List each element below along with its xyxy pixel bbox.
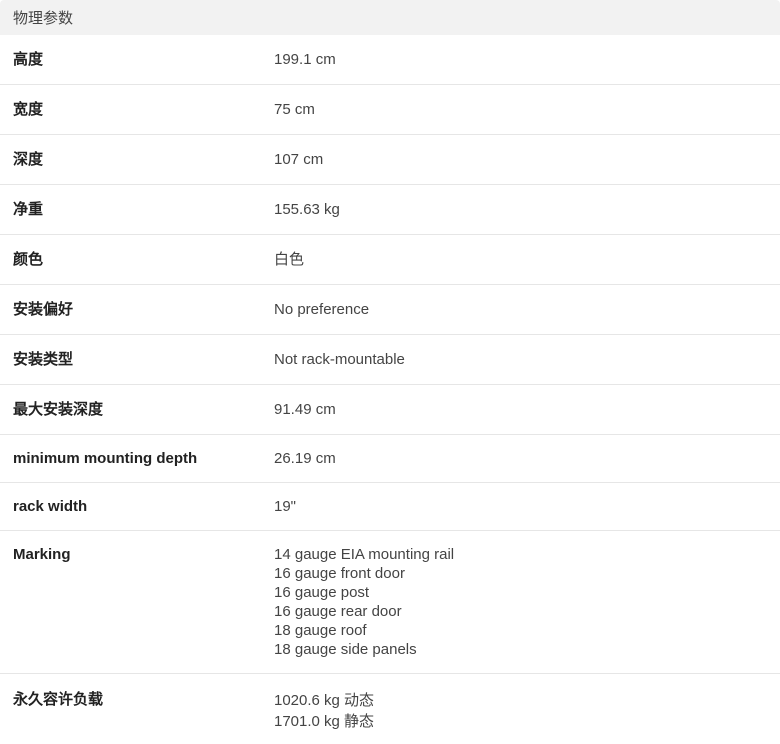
- spec-value-line: 16 gauge rear door: [274, 603, 402, 620]
- spec-label: 宽度: [13, 101, 44, 118]
- spec-row-depth: 深度 107 cm: [0, 135, 780, 185]
- spec-row-height: 高度 199.1 cm: [0, 35, 780, 85]
- spec-value: 19": [274, 498, 297, 515]
- spec-row-color: 颜色 白色: [0, 235, 780, 285]
- spec-row-permanent-load: 永久容许负载 1020.6 kg 动态 1701.0 kg 静态: [0, 674, 780, 744]
- spec-label: minimum mounting depth: [13, 450, 198, 467]
- spec-value: 75 cm: [274, 101, 315, 118]
- spec-value-list: 14 gauge EIA mounting rail 16 gauge fron…: [261, 545, 780, 659]
- spec-row-mounting-preference: 安装偏好 No preference: [0, 285, 780, 335]
- spec-value: No preference: [274, 301, 370, 318]
- spec-label: 深度: [13, 151, 44, 168]
- spec-value: 26.19 cm: [274, 450, 336, 467]
- spec-label: rack width: [13, 498, 88, 515]
- spec-label: 高度: [13, 51, 44, 68]
- spec-label: 最大安装深度: [13, 401, 104, 418]
- spec-row-rack-width: rack width 19": [0, 483, 780, 531]
- section-title: 物理参数: [13, 10, 74, 27]
- spec-label: 永久容许负载: [13, 691, 104, 708]
- section-header: 物理参数: [0, 0, 780, 35]
- spec-table: 高度 199.1 cm 宽度 75 cm 深度 107 cm 净重 155.63…: [0, 35, 780, 744]
- spec-row-width: 宽度 75 cm: [0, 85, 780, 135]
- spec-label: 颜色: [13, 251, 44, 268]
- spec-row-marking: Marking 14 gauge EIA mounting rail 16 ga…: [0, 531, 780, 674]
- spec-row-net-weight: 净重 155.63 kg: [0, 185, 780, 235]
- spec-value-line: 1701.0 kg 静态: [274, 713, 375, 730]
- spec-value: 155.63 kg: [274, 201, 340, 218]
- spec-value-line: 16 gauge front door: [274, 565, 405, 582]
- spec-value: Not rack-mountable: [274, 351, 405, 368]
- spec-label: 安装偏好: [13, 301, 74, 318]
- spec-value: 199.1 cm: [274, 51, 336, 68]
- spec-row-min-mounting-depth: minimum mounting depth 26.19 cm: [0, 435, 780, 483]
- spec-row-max-mounting-depth: 最大安装深度 91.49 cm: [0, 385, 780, 435]
- spec-value: 107 cm: [274, 151, 324, 168]
- spec-row-mounting-type: 安装类型 Not rack-mountable: [0, 335, 780, 385]
- spec-value-list: 1020.6 kg 动态 1701.0 kg 静态: [261, 690, 780, 732]
- spec-value: 91.49 cm: [274, 401, 336, 418]
- spec-label: 净重: [13, 201, 44, 218]
- spec-label: Marking: [13, 546, 71, 563]
- spec-value-line: 1020.6 kg 动态: [274, 692, 375, 709]
- spec-label: 安装类型: [13, 351, 74, 368]
- spec-value-line: 16 gauge post: [274, 584, 370, 601]
- spec-value-line: 18 gauge side panels: [274, 641, 417, 658]
- spec-value: 白色: [274, 251, 305, 268]
- spec-value-line: 18 gauge roof: [274, 622, 367, 639]
- spec-value-line: 14 gauge EIA mounting rail: [274, 546, 455, 563]
